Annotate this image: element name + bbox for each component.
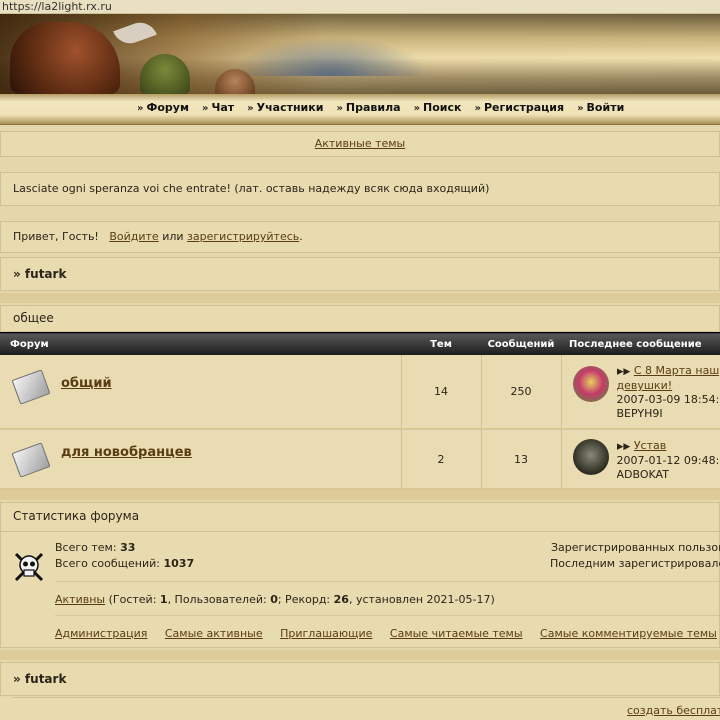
total-posts: Всего сообщений: 1037 — [55, 557, 195, 570]
table-row: общий 14 250 ▶▶ С 8 Марта наш девушки! 2… — [0, 355, 720, 430]
stats-title: Статистика форума — [13, 509, 140, 523]
col-forum: Форум — [0, 332, 401, 355]
login-link[interactable]: Войдите — [109, 230, 158, 243]
category-title: общее — [13, 311, 54, 325]
avatar[interactable] — [572, 366, 609, 402]
col-topics: Тем — [401, 332, 481, 355]
envelope-icon — [11, 369, 51, 405]
registered-users: Зарегистрированных пользов — [551, 541, 720, 554]
nav-register[interactable]: » Регистрация — [475, 101, 565, 114]
link-most-commented[interactable]: Самые комментируемые темы — [540, 627, 717, 640]
skull-icon — [13, 551, 45, 583]
header-banner — [0, 14, 720, 94]
double-chevron-icon: » — [336, 103, 343, 114]
avatar[interactable] — [572, 439, 609, 475]
nav-forum[interactable]: » Форум — [137, 101, 189, 114]
url-bar: https://la2light.rx.ru — [0, 0, 720, 14]
double-chevron-icon: » — [474, 103, 481, 114]
last-registered: Последним зарегистрировале — [550, 557, 720, 570]
last-post-date: 2007-01-12 09:48: — [616, 454, 720, 467]
breadcrumb-text[interactable]: » futark — [13, 267, 66, 281]
posts-count: 13 — [480, 429, 561, 490]
forum-title-link[interactable]: общий — [61, 376, 112, 391]
topics-count: 2 — [400, 429, 481, 490]
last-post-user[interactable]: BEPYH9I — [617, 407, 663, 420]
total-topics: Всего тем: 33 — [55, 541, 136, 554]
category-header: общее — [0, 305, 720, 332]
forum-table: Форум Тем Сообщений Последнее сообщение … — [0, 332, 720, 490]
register-link[interactable]: зарегистрируйтесь — [187, 230, 299, 243]
motto-bar: Lasciate ogni speranza voi che entrate! … — [0, 172, 720, 206]
active-link[interactable]: Активны — [55, 593, 105, 606]
last-post-link[interactable]: Устав — [634, 439, 666, 452]
last-post-date: 2007-03-09 18:54: — [616, 393, 720, 406]
link-most-active[interactable]: Самые активные — [165, 627, 263, 640]
double-chevron-icon: » — [201, 103, 209, 114]
double-chevron-icon: » — [247, 103, 254, 114]
envelope-icon — [11, 442, 51, 478]
last-post-icon: ▶▶ — [616, 442, 631, 452]
double-chevron-icon: » — [577, 103, 584, 114]
create-forum-link[interactable]: создать бесплат — [627, 704, 720, 717]
greeting-bar: Привет, Гость! Войдите или зарегистрируй… — [0, 221, 720, 253]
link-administration[interactable]: Администрация — [55, 627, 147, 640]
forum-title-link[interactable]: для новобранцев — [61, 445, 192, 460]
double-chevron-icon: » — [137, 103, 144, 114]
footer: создать бесплат — [0, 697, 720, 720]
nav-login[interactable]: » Войти — [577, 101, 624, 114]
posts-count: 250 — [480, 355, 561, 430]
topics-count: 14 — [400, 355, 481, 430]
footer-breadcrumb: » futark — [0, 662, 720, 696]
last-post-link[interactable]: С 8 Марта наш — [634, 364, 719, 377]
last-post-icon: ▶▶ — [616, 367, 631, 377]
table-row: для новобранцев 2 13 ▶▶ Устав 2007-01-12… — [0, 429, 720, 490]
link-inviters[interactable]: Приглашающие — [280, 627, 372, 640]
greeting-text: Привет, Гость! — [13, 230, 99, 243]
nav-members[interactable]: » Участники — [247, 101, 323, 114]
double-chevron-icon: » — [413, 103, 421, 114]
nav-search[interactable]: » Поиск — [414, 101, 462, 114]
active-topics-link[interactable]: Активные темы — [315, 137, 406, 150]
last-post-user[interactable]: ADBOKAT — [617, 468, 669, 481]
stats-panel: Статистика форума Всего тем: 33 Всего со… — [0, 502, 720, 648]
col-posts: Сообщений — [481, 332, 561, 355]
nav-chat[interactable]: » Чат — [202, 101, 234, 114]
col-last-post: Последнее сообщение — [561, 332, 720, 355]
main-nav: » Форум » Чат » Участники » Правила » Поиск »… — [0, 94, 720, 125]
active-users: Активны (Гостей: 1, Пользователей: 0; Ре… — [55, 593, 495, 606]
breadcrumb: » futark — [0, 257, 720, 291]
motto-text: Lasciate ogni speranza voi che entrate! … — [13, 182, 490, 195]
stats-links: Администрация Самые активные Приглашающи… — [55, 627, 720, 640]
link-most-read[interactable]: Самые читаемые темы — [390, 627, 523, 640]
nav-rules[interactable]: » Правила — [336, 101, 400, 114]
last-post-link-cont[interactable]: девушки! — [617, 379, 673, 392]
footer-breadcrumb-text[interactable]: » futark — [13, 672, 66, 686]
active-topics-bar: Активные темы — [0, 131, 720, 157]
or-text: или — [162, 230, 184, 243]
